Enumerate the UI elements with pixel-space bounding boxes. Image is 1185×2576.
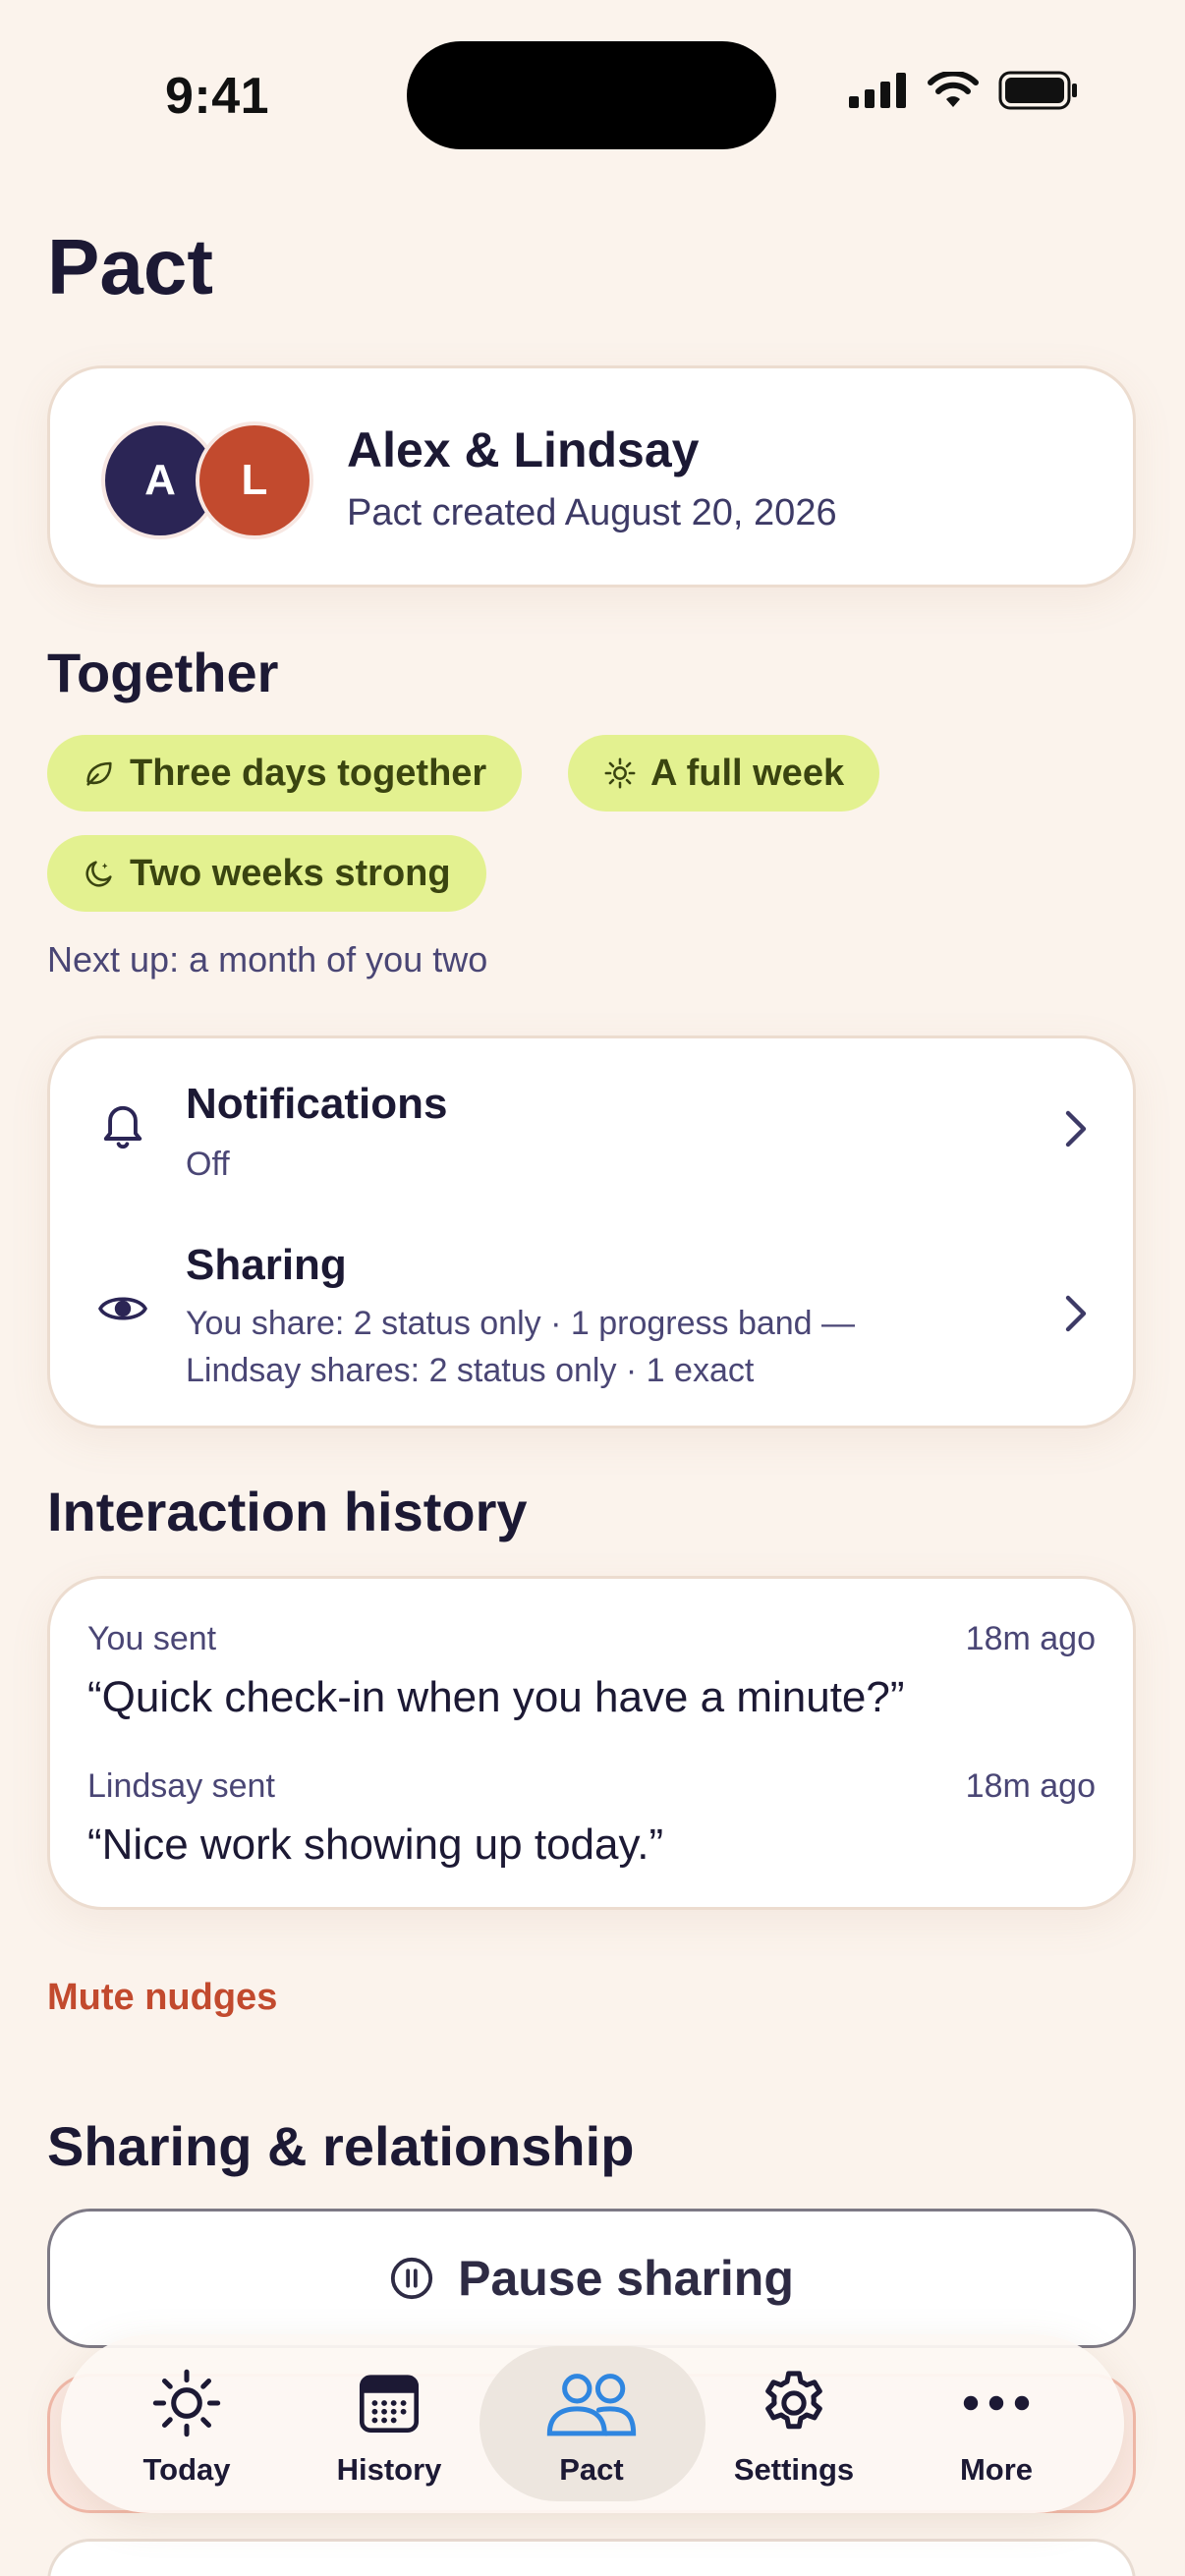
gear-icon (765, 2371, 822, 2430)
history-sender: Lindsay sent (87, 1767, 275, 1805)
tab-today[interactable]: Today (88, 2334, 285, 2513)
chevron-right-icon (1065, 1295, 1087, 1332)
signal-icon (849, 73, 906, 108)
status-icons (849, 71, 1079, 110)
status-time: 9:41 (165, 68, 270, 125)
history-message: “Nice work showing up today.” (87, 1820, 664, 1869)
pause-sharing-button[interactable]: Pause sharing (47, 2209, 1136, 2348)
mute-nudges-link[interactable]: Mute nudges (47, 1977, 277, 2019)
sharing-row[interactable]: Sharing You share: 2 status only · 1 pro… (50, 1211, 1133, 1428)
avatar-group: A L (101, 421, 317, 539)
dynamic-island (407, 41, 776, 149)
notifications-title: Notifications (186, 1080, 448, 1128)
notifications-value: Off (186, 1146, 230, 1183)
page-title: Pact (47, 223, 213, 310)
pact-created-date: Pact created August 20, 2026 (347, 492, 837, 533)
relationship-secondary-button[interactable] (47, 2539, 1136, 2576)
status-bar: 9:41 (0, 0, 1185, 149)
sharing-summary-you: You share: 2 status only · 1 progress ba… (186, 1305, 856, 1342)
eye-icon (98, 1297, 147, 1320)
milestone-chip-three-days: Three days together (47, 735, 523, 812)
tab-label: Today (142, 2452, 231, 2487)
tab-more[interactable]: More (898, 2334, 1095, 2513)
pact-settings-card: Notifications Off Sharing You share: 2 s… (47, 1036, 1136, 1428)
tab-label: More (959, 2452, 1034, 2487)
history-sender: You sent (87, 1620, 217, 1657)
more-icon (963, 2395, 1030, 2411)
tab-label: History (336, 2452, 442, 2487)
calendar-icon (359, 2375, 420, 2434)
battery-icon (998, 71, 1077, 110)
history-message: “Quick check-in when you have a minute?” (87, 1673, 905, 1721)
bell-icon (103, 1105, 142, 1149)
tab-bar: Today History Pact Settings More (61, 2334, 1124, 2513)
history-time: 18m ago (965, 1767, 1096, 1805)
history-time: 18m ago (965, 1620, 1096, 1657)
tab-label: Settings (733, 2452, 855, 2487)
avatar-lindsay: L (196, 421, 313, 539)
milestone-chip-label: Three days together (130, 752, 487, 794)
tab-label: Pact (559, 2452, 624, 2487)
pact-names: Alex & Lindsay (347, 422, 700, 477)
next-milestone-text: Next up: a month of you two (47, 939, 488, 980)
pause-sharing-label: Pause sharing (458, 2251, 794, 2306)
sharing-relationship-title: Sharing & relationship (47, 2115, 635, 2177)
people-icon (546, 2374, 637, 2436)
interaction-history-card: You sent 18m ago “Quick check-in when yo… (47, 1576, 1136, 1910)
tab-pact[interactable]: Pact (493, 2334, 690, 2513)
milestone-chip-two-weeks: Two weeks strong (47, 835, 486, 912)
together-title: Together (47, 642, 279, 703)
sharing-summary-lindsay: Lindsay shares: 2 status only · 1 exact (186, 1352, 755, 1389)
pact-card: A L Alex & Lindsay Pact created August 2… (47, 365, 1136, 588)
milestone-chip-label: Two weeks strong (130, 852, 451, 894)
moon-icon (85, 861, 112, 887)
sharing-title: Sharing (186, 1241, 347, 1289)
sun-icon (152, 2369, 221, 2437)
milestone-chip-label: A full week (650, 752, 845, 794)
tab-settings[interactable]: Settings (696, 2334, 892, 2513)
interaction-history-title: Interaction history (47, 1481, 528, 1542)
wifi-icon (928, 72, 979, 107)
sun-icon (604, 757, 636, 789)
milestone-chip-full-week: A full week (568, 735, 880, 812)
tab-history[interactable]: History (291, 2334, 487, 2513)
chevron-right-icon (1065, 1110, 1087, 1148)
leaf-icon (86, 761, 112, 786)
notifications-row[interactable]: Notifications Off (50, 1038, 1133, 1211)
pause-icon (391, 2257, 433, 2300)
